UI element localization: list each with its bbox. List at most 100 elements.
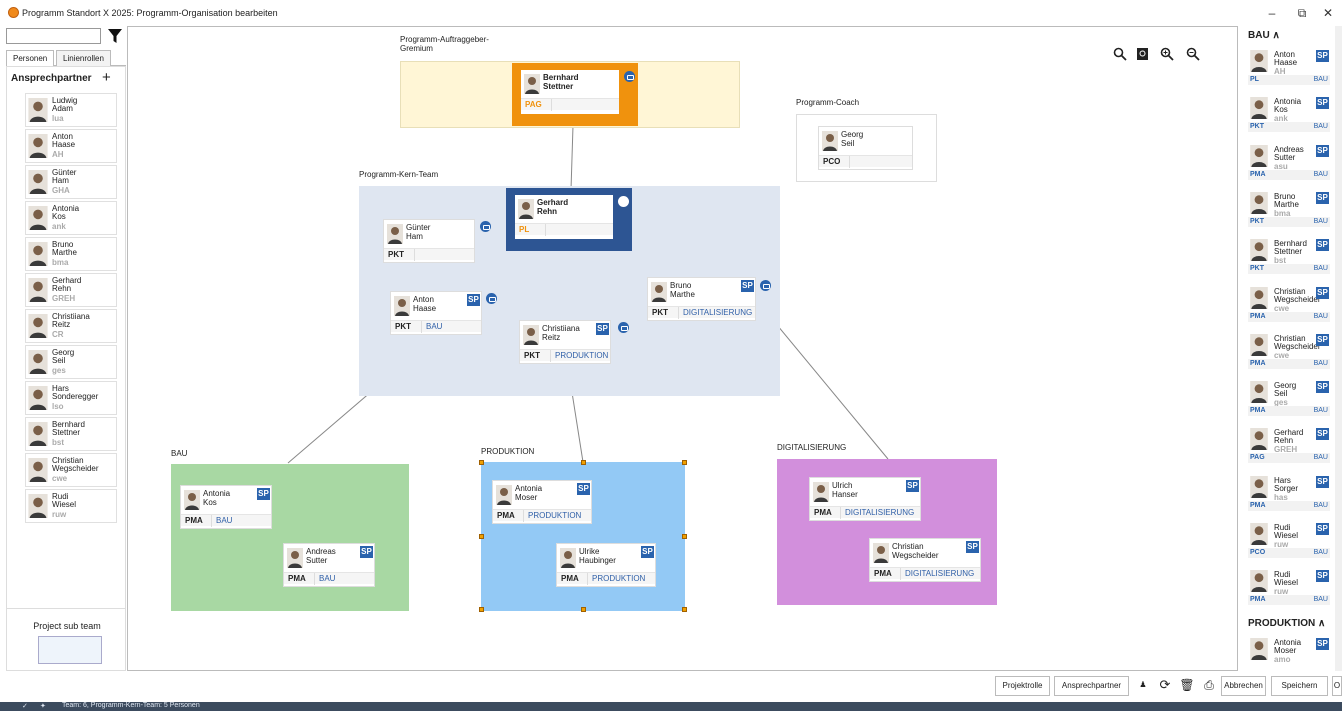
card-bernhard[interactable]: Bernhard Stettner PAG xyxy=(520,69,620,115)
person-edit-icon[interactable]: ♟ xyxy=(1133,676,1153,696)
filter-icon[interactable] xyxy=(107,27,123,45)
org-unit: BAU xyxy=(1313,265,1328,273)
section-bau[interactable]: BAU ∧ xyxy=(1248,30,1280,41)
list-item[interactable]: Antonia Kos ank SP PKT BAU xyxy=(1248,95,1330,133)
resize-handle[interactable] xyxy=(682,607,687,612)
card-christian[interactable]: Christian Wegscheider PMA DIGITALISIERUNG SP xyxy=(869,538,981,582)
resize-handle[interactable] xyxy=(682,460,687,465)
sp-badge: SP xyxy=(1316,570,1329,583)
key-icon[interactable] xyxy=(486,293,497,304)
role-badge: PMA xyxy=(185,516,203,525)
card-anton[interactable]: Anton Haase PKT BAU SP xyxy=(390,291,482,335)
list-item[interactable]: Bernhard Stettner bst xyxy=(25,417,117,451)
role-badge: PL xyxy=(1250,76,1259,83)
prod-label: PRODUKTION xyxy=(481,447,535,456)
card-footer: PMA BAU xyxy=(181,514,271,527)
key-icon[interactable] xyxy=(618,322,629,333)
resize-handle[interactable] xyxy=(581,460,586,465)
status-text: Team: 6, Programm-Kern-Team: 5 Personen xyxy=(62,702,200,709)
zoom-out-icon[interactable] xyxy=(1186,47,1200,61)
list-item[interactable]: Georg Seil ges xyxy=(25,345,117,379)
sp-badge: SP xyxy=(741,280,754,292)
list-item[interactable]: Hars Sonderegger lso xyxy=(25,381,117,415)
card-andreas[interactable]: Andreas Sutter PMA BAU SP xyxy=(283,543,375,587)
search-input[interactable] xyxy=(6,28,101,44)
minimize-button[interactable]: – xyxy=(1262,6,1282,20)
org-canvas[interactable]: Programm-Auftraggeber- Gremium Bernhard S… xyxy=(127,26,1238,671)
trash-icon[interactable]: 🗑 xyxy=(1177,676,1197,696)
search-icon[interactable] xyxy=(1113,47,1127,61)
scrollbar[interactable] xyxy=(1335,26,1342,671)
sub-team-dropzone[interactable] xyxy=(38,636,102,664)
list-item[interactable]: Bruno Marthe bma xyxy=(25,237,117,271)
fit-icon[interactable] xyxy=(1136,47,1150,61)
refresh-icon[interactable]: ⟳ xyxy=(1155,676,1175,696)
key-icon[interactable] xyxy=(480,221,491,232)
list-item[interactable]: Anton Haase AH xyxy=(25,129,117,163)
card-antonia-kos[interactable]: Antonia Kos PMA BAU SP xyxy=(180,485,272,529)
avatar xyxy=(1250,475,1268,498)
key-icon[interactable] xyxy=(760,280,771,291)
card-christiiana[interactable]: Christiiana Reitz PKT PRODUKTION SP xyxy=(519,320,611,364)
maximize-button[interactable]: ⧉ xyxy=(1292,6,1312,21)
card-guenter[interactable]: Günter Ham PKT xyxy=(383,219,475,263)
key-icon[interactable] xyxy=(618,196,629,207)
list-item[interactable]: Christian Wegscheider cwe SP PMA BAU xyxy=(1248,285,1330,322)
add-person-button[interactable]: + xyxy=(102,69,111,86)
list-item[interactable]: Hars Sorger has SP PMA BAU xyxy=(1248,474,1330,511)
list-item[interactable]: Bernhard Stettner bst SP PKT BAU xyxy=(1248,237,1330,275)
list-item[interactable]: Andreas Sutter asu SP PMA BAU xyxy=(1248,143,1330,180)
list-item[interactable]: Ludwig Adam lua xyxy=(25,93,117,127)
sub-team-label: Project sub team xyxy=(33,621,101,631)
key-icon[interactable] xyxy=(624,71,635,82)
speichern-button[interactable]: Speichern xyxy=(1271,676,1328,696)
person-abbrev: GREH xyxy=(52,294,76,303)
list-item[interactable]: Christiiana Reitz CR xyxy=(25,309,117,343)
list-item[interactable]: Gerhard Rehn GREH SP PAG BAU xyxy=(1248,426,1330,464)
print-icon[interactable]: ⎙ xyxy=(1199,676,1219,696)
sp-badge: SP xyxy=(1316,333,1329,346)
list-item[interactable]: Christian Wegscheider cwe xyxy=(25,453,117,487)
card-ulrich[interactable]: Ulrich Hanser PMA DIGITALISIERUNG SP xyxy=(809,477,921,521)
list-item[interactable]: Rudi Wiesel ruw SP PMA BAU xyxy=(1248,568,1330,606)
list-item[interactable]: Günter Ham GHA xyxy=(25,165,117,199)
role-badge: PMA xyxy=(1250,359,1266,367)
resize-handle[interactable] xyxy=(581,607,586,612)
role-badge: PMA xyxy=(1250,596,1266,604)
list-item[interactable]: Bruno Marthe bma SP PKT BAU xyxy=(1248,190,1330,227)
abbrechen-button[interactable]: Abbrechen xyxy=(1221,676,1266,696)
list-item[interactable]: Anton Haase AH SP PL BAU xyxy=(1248,48,1330,85)
list-item[interactable]: Christian Wegscheider cwe SP PMA BAU xyxy=(1248,332,1330,369)
list-item[interactable]: Gerhard Rehn GREH xyxy=(25,273,117,307)
resize-handle[interactable] xyxy=(479,534,484,539)
resize-handle[interactable] xyxy=(479,460,484,465)
avatar xyxy=(813,482,829,502)
tab-linienrollen[interactable]: Linienrollen xyxy=(56,50,111,66)
close-button[interactable]: ✕ xyxy=(1318,6,1338,20)
list-item[interactable]: Antonia Moser amo SP xyxy=(1248,636,1330,671)
list-item[interactable]: Georg Seil ges SP PMA BAU xyxy=(1248,379,1330,417)
pag-label: Programm-Auftraggeber- Gremium xyxy=(400,35,489,53)
ansprechpartner-button[interactable]: Ansprechpartner xyxy=(1054,676,1129,696)
org-unit: BAU xyxy=(1313,217,1328,225)
role-badge: PKT xyxy=(1250,217,1264,225)
list-item[interactable]: Rudi Wiesel ruw xyxy=(25,489,117,523)
list-item[interactable]: Rudi Wiesel ruw SP PCO BAU xyxy=(1248,521,1330,558)
sp-badge: SP xyxy=(1316,381,1329,394)
tab-personen[interactable]: Personen xyxy=(6,50,55,66)
card-antonia-moser[interactable]: Antonia Moser PMA PRODUKTION SP xyxy=(492,480,592,524)
card-ulrike[interactable]: Ulrike Haubinger PMA PRODUKTION SP xyxy=(556,543,656,587)
avatar xyxy=(287,548,303,568)
section-produktion[interactable]: PRODUKTION ∧ xyxy=(1248,618,1325,629)
ok-button[interactable]: O xyxy=(1332,676,1342,696)
card-gerhard[interactable]: Gerhard Rehn PL xyxy=(514,194,614,240)
resize-handle[interactable] xyxy=(682,534,687,539)
card-georg[interactable]: Georg Seil PCO xyxy=(818,126,913,170)
list-item[interactable]: Antonia Kos ank xyxy=(25,201,117,235)
org-unit: DIGITALISIERUNG xyxy=(900,568,974,580)
projektrolle-button[interactable]: Projektrolle xyxy=(995,676,1050,696)
zoom-in-icon[interactable] xyxy=(1160,47,1174,61)
member-last-name: Marthe xyxy=(1274,199,1299,209)
card-bruno[interactable]: Bruno Marthe PKT DIGITALISIERUNG SP xyxy=(647,277,756,321)
resize-handle[interactable] xyxy=(479,607,484,612)
